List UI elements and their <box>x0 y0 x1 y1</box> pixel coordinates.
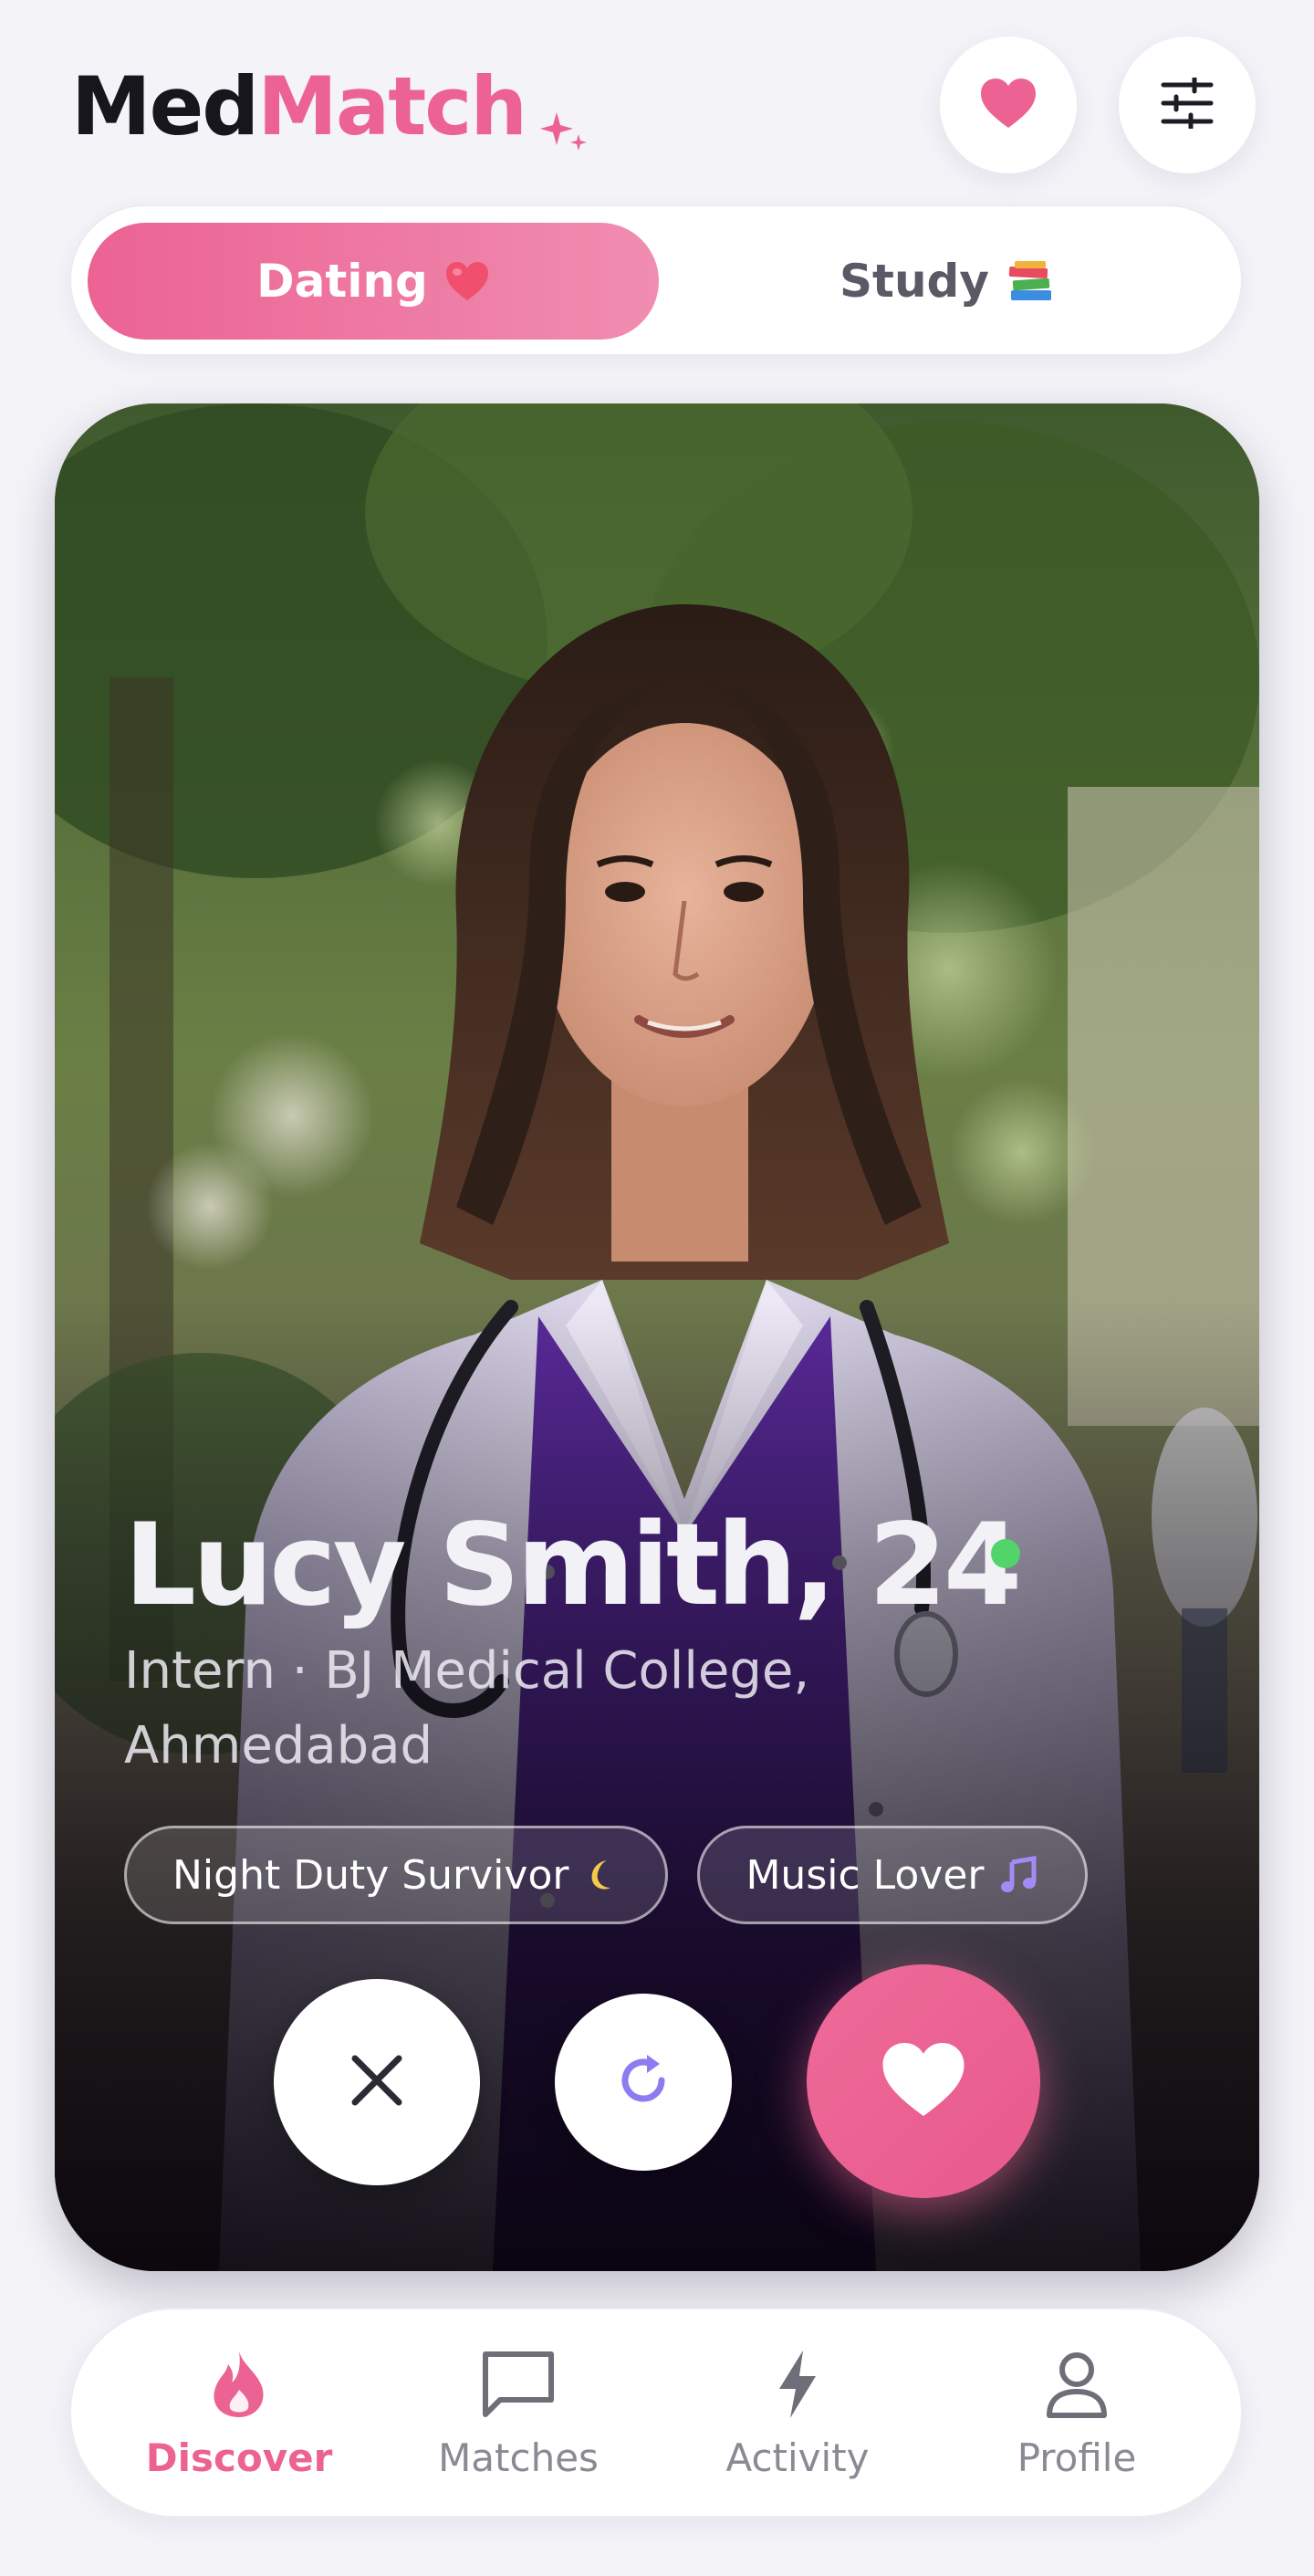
logo-text-match: Match <box>257 59 527 153</box>
bottom-navigation: Discover Matches Activity Profile <box>69 2308 1243 2518</box>
nav-label-matches: Matches <box>438 2435 599 2480</box>
tab-dating-label: Dating <box>256 255 428 308</box>
music-note-icon <box>999 1855 1039 1895</box>
nav-item-activity[interactable]: Activity <box>661 2309 934 2516</box>
books-emoji-icon <box>1006 259 1055 303</box>
profile-tag-label: Music Lover <box>746 1851 985 1899</box>
pass-button[interactable] <box>274 1979 480 2185</box>
sliders-icon <box>1160 76 1215 133</box>
rewind-button[interactable] <box>555 1994 732 2171</box>
heart-icon <box>880 2040 967 2123</box>
profile-tag-label: Night Duty Survivor <box>172 1851 569 1899</box>
like-button[interactable] <box>807 1964 1040 2198</box>
tab-study-label: Study <box>840 255 989 308</box>
profile-meta: Intern · BJ Medical College, Ahmedabad <box>124 1641 810 1775</box>
bolt-icon <box>776 2346 819 2423</box>
profile-tag: Night Duty Survivor <box>124 1826 669 1924</box>
app-logo: MedMatch <box>71 57 589 181</box>
profile-tag: Music Lover <box>697 1826 1088 1924</box>
chat-icon <box>480 2346 557 2423</box>
tab-study[interactable]: Study <box>664 223 1230 340</box>
crescent-moon-icon <box>583 1857 620 1893</box>
nav-label-activity: Activity <box>725 2435 870 2480</box>
online-status-indicator <box>991 1539 1020 1568</box>
favorites-button[interactable] <box>940 37 1077 173</box>
nav-item-discover[interactable]: Discover <box>102 2309 376 2516</box>
close-icon <box>348 2051 406 2114</box>
profile-tags: Night Duty Survivor Music Lover <box>124 1826 1088 1924</box>
user-icon <box>1044 2346 1110 2423</box>
flame-icon <box>208 2346 270 2423</box>
heart-icon <box>979 77 1038 134</box>
sparkle-icon <box>538 80 589 181</box>
photo-gradient-overlay <box>55 403 1259 2271</box>
nav-label-profile: Profile <box>1017 2435 1137 2480</box>
filters-button[interactable] <box>1119 37 1256 173</box>
tab-dating[interactable]: Dating <box>88 223 659 340</box>
heart-emoji-icon <box>444 260 490 302</box>
rewind-icon <box>614 2051 673 2114</box>
mode-toggle: Dating Study <box>69 204 1243 356</box>
app-header: MedMatch <box>0 0 1314 210</box>
logo-text-med: Med <box>71 59 259 153</box>
nav-item-profile[interactable]: Profile <box>940 2309 1214 2516</box>
profile-name-age: Lucy Smith, 24 <box>124 1500 1022 1631</box>
nav-item-matches[interactable]: Matches <box>381 2309 655 2516</box>
profile-card[interactable]: Lucy Smith, 24 Intern · BJ Medical Colle… <box>55 403 1259 2271</box>
nav-label-discover: Discover <box>145 2435 333 2480</box>
